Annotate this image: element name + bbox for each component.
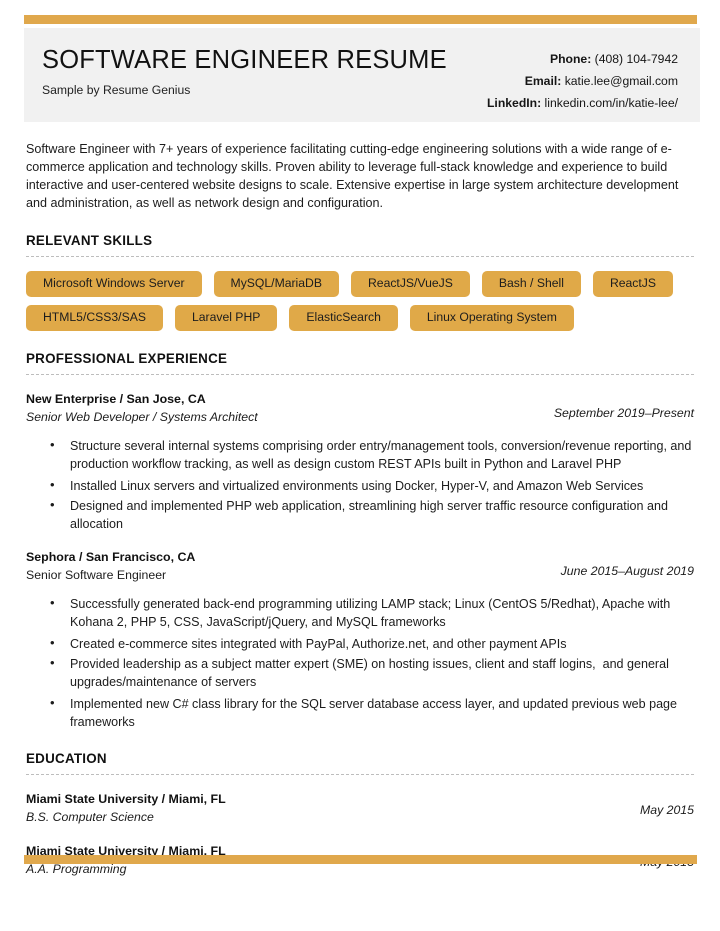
experience-entry-header: Sephora / San Francisco, CA Senior Softw… [26, 549, 694, 585]
section-heading-experience: PROFESSIONAL EXPERIENCE [26, 351, 228, 367]
job-bullet: Designed and implemented PHP web applica… [26, 496, 694, 533]
contact-email: Email: katie.lee@gmail.com [487, 70, 678, 92]
section-divider-experience [26, 374, 694, 376]
skill-pill[interactable]: ReactJS [592, 270, 673, 297]
contact-email-value[interactable]: katie.lee@gmail.com [565, 74, 678, 88]
skill-pill[interactable]: Bash / Shell [481, 270, 581, 297]
job-company: Sephora / San Francisco, CA [26, 550, 196, 565]
section-heading-skills: RELEVANT SKILLS [26, 232, 153, 248]
education-school: Miami State University / Miami, FL [26, 792, 226, 807]
skill-pill[interactable]: Microsoft Windows Server [26, 270, 202, 297]
education-entry: Miami State University / Miami, FL B.S. … [26, 791, 694, 827]
education-date: May 2015 [639, 803, 694, 818]
resume-page: SOFTWARE ENGINEER RESUME Sample by Resum… [0, 0, 720, 931]
education-entry-row: Miami State University / Miami, FL B.S. … [26, 791, 694, 827]
bottom-accent-bar [24, 855, 697, 864]
education-degree: B.S. Computer Science [26, 809, 154, 824]
contact-linkedin-label: LinkedIn: [486, 96, 542, 111]
contact-phone-value: (408) 104-7942 [594, 52, 678, 66]
job-bullet: Structure several internal systems compr… [26, 436, 694, 473]
experience-entry-header: New Enterprise / San Jose, CA Senior Web… [26, 391, 694, 427]
job-bullet: Provided leadership as a subject matter … [26, 654, 694, 691]
contact-email-label: Email: [524, 74, 562, 89]
skill-pill[interactable]: Laravel PHP [174, 304, 278, 332]
skills-list: Microsoft Windows Server MySQL/MariaDB R… [26, 270, 694, 332]
job-bullet: Successfully generated back-end programm… [26, 594, 694, 631]
job-bullet: Installed Linux servers and virtualized … [26, 476, 694, 495]
contact-linkedin: LinkedIn: linkedin.com/in/katie-lee/ [487, 92, 678, 114]
skill-pill[interactable]: ReactJS/VueJS [350, 270, 470, 297]
experience-entry-left: Sephora / San Francisco, CA Senior Softw… [26, 549, 543, 585]
resume-body: Software Engineer with 7+ years of exper… [0, 122, 720, 878]
skill-pill[interactable]: HTML5/CSS3/SAS [26, 304, 163, 332]
skill-pill[interactable]: MySQL/MariaDB [213, 270, 339, 297]
section-divider-skills [26, 255, 694, 257]
contact-info-block: Phone: (408) 104-7942 Email: katie.lee@g… [487, 44, 678, 115]
experience-entry: New Enterprise / San Jose, CA Senior Web… [26, 391, 694, 533]
section-heading-education: EDUCATION [26, 751, 107, 767]
experience-entry: Sephora / San Francisco, CA Senior Softw… [26, 549, 694, 731]
contact-phone-label: Phone: [549, 52, 592, 66]
skill-pill[interactable]: Linux Operating System [409, 304, 574, 332]
job-bullet-list: Successfully generated back-end programm… [26, 594, 694, 731]
job-bullet: Implemented new C# class library for the… [26, 694, 694, 731]
section-divider-education [26, 774, 694, 776]
job-role: Senior Web Developer / Systems Architect [26, 410, 258, 425]
job-company: New Enterprise / San Jose, CA [26, 392, 206, 407]
section-professional-experience: PROFESSIONAL EXPERIENCE New Enterprise /… [26, 351, 694, 731]
contact-phone: Phone: (408) 104-7942 [487, 48, 678, 70]
contact-linkedin-value[interactable]: linkedin.com/in/katie-lee/ [545, 96, 678, 110]
top-accent-bar [24, 15, 697, 24]
section-relevant-skills: RELEVANT SKILLS Microsoft Windows Server… [26, 233, 694, 332]
job-date-range: September 2019–Present [553, 406, 694, 421]
education-entry-left: Miami State University / Miami, FL B.S. … [26, 791, 622, 827]
job-bullet-list: Structure several internal systems compr… [26, 436, 694, 533]
job-date-range: June 2015–August 2019 [560, 564, 694, 579]
resume-subtitle: Sample by Resume Genius [42, 83, 191, 98]
experience-entry-left: New Enterprise / San Jose, CA Senior Web… [26, 391, 536, 427]
job-role: Senior Software Engineer [26, 567, 167, 582]
skill-pill[interactable]: ElasticSearch [289, 304, 398, 332]
page-title: SOFTWARE ENGINEER RESUME [42, 46, 447, 74]
professional-summary: Software Engineer with 7+ years of exper… [26, 142, 679, 211]
header-left-block: SOFTWARE ENGINEER RESUME Sample by Resum… [42, 44, 447, 97]
resume-header: SOFTWARE ENGINEER RESUME Sample by Resum… [24, 28, 700, 122]
job-bullet: Created e-commerce sites integrated with… [26, 634, 694, 653]
